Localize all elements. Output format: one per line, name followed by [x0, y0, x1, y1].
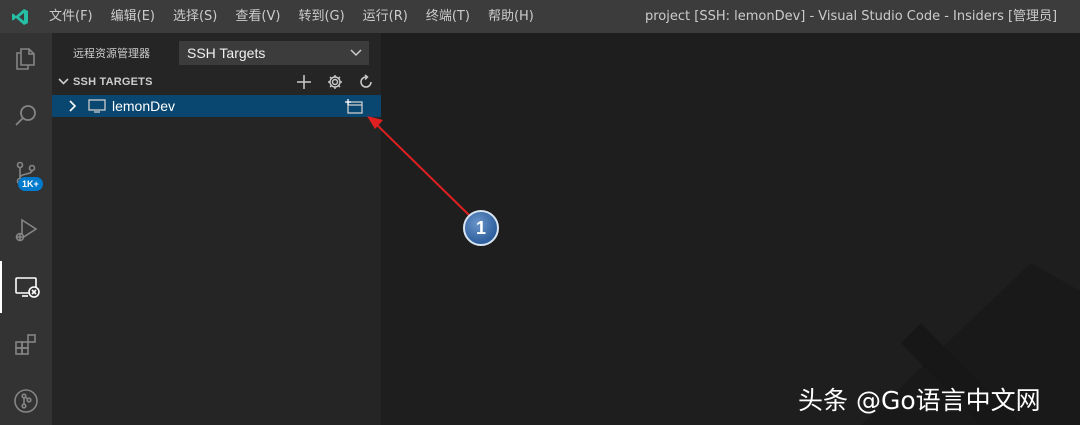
monitor-icon	[88, 99, 106, 113]
chevron-down-icon	[58, 78, 69, 85]
menu-selection[interactable]: 选择(S)	[164, 0, 226, 33]
callout-badge: 1	[463, 210, 499, 246]
connect-in-new-window-icon[interactable]	[344, 98, 364, 114]
sidebar-title: 远程资源管理器	[73, 47, 150, 60]
source-control-icon[interactable]: 1K+	[0, 147, 52, 199]
remote-explorer-sidebar: 远程资源管理器 SSH Targets SSH TARGETS lemonDev	[52, 33, 381, 425]
run-debug-icon[interactable]	[0, 204, 52, 256]
remote-explorer-icon[interactable]	[0, 261, 52, 313]
source-control-badge: 1K+	[18, 177, 43, 191]
menu-bar: 文件(F) 编辑(E) 选择(S) 查看(V) 转到(G) 运行(R) 终端(T…	[40, 0, 543, 33]
remote-type-select-value: SSH Targets	[187, 45, 266, 61]
ssh-target-row[interactable]: lemonDev	[52, 95, 381, 117]
git-graph-icon[interactable]	[0, 375, 52, 425]
explorer-icon[interactable]	[0, 33, 52, 85]
window-title: project [SSH: lemonDev] - Visual Studio …	[645, 9, 1058, 24]
menu-go[interactable]: 转到(G)	[289, 0, 353, 33]
menu-file[interactable]: 文件(F)	[40, 0, 102, 33]
add-new-ssh-target-icon[interactable]	[295, 73, 313, 91]
search-icon[interactable]	[0, 90, 52, 142]
menu-terminal[interactable]: 终端(T)	[417, 0, 479, 33]
ssh-target-label: lemonDev	[112, 98, 176, 114]
menu-edit[interactable]: 编辑(E)	[102, 0, 164, 33]
source-watermark: 头条 @Go语言中文网	[798, 386, 1041, 415]
gear-icon[interactable]	[326, 73, 344, 91]
refresh-icon[interactable]	[357, 73, 375, 91]
activity-bar: 1K+	[0, 33, 52, 425]
ssh-targets-section-header[interactable]: SSH TARGETS	[52, 71, 381, 93]
chevron-right-icon[interactable]	[67, 100, 77, 112]
chevron-down-icon	[350, 49, 362, 57]
vscode-logo-icon	[0, 0, 40, 33]
menu-view[interactable]: 查看(V)	[226, 0, 289, 33]
extensions-icon[interactable]	[0, 318, 52, 370]
remote-type-select[interactable]: SSH Targets	[179, 41, 369, 65]
menu-help[interactable]: 帮助(H)	[479, 0, 543, 33]
title-bar: 文件(F) 编辑(E) 选择(S) 查看(V) 转到(G) 运行(R) 终端(T…	[0, 0, 1080, 33]
section-title: SSH TARGETS	[73, 76, 153, 88]
sidebar-header: 远程资源管理器 SSH Targets	[52, 33, 381, 71]
menu-run[interactable]: 运行(R)	[354, 0, 417, 33]
